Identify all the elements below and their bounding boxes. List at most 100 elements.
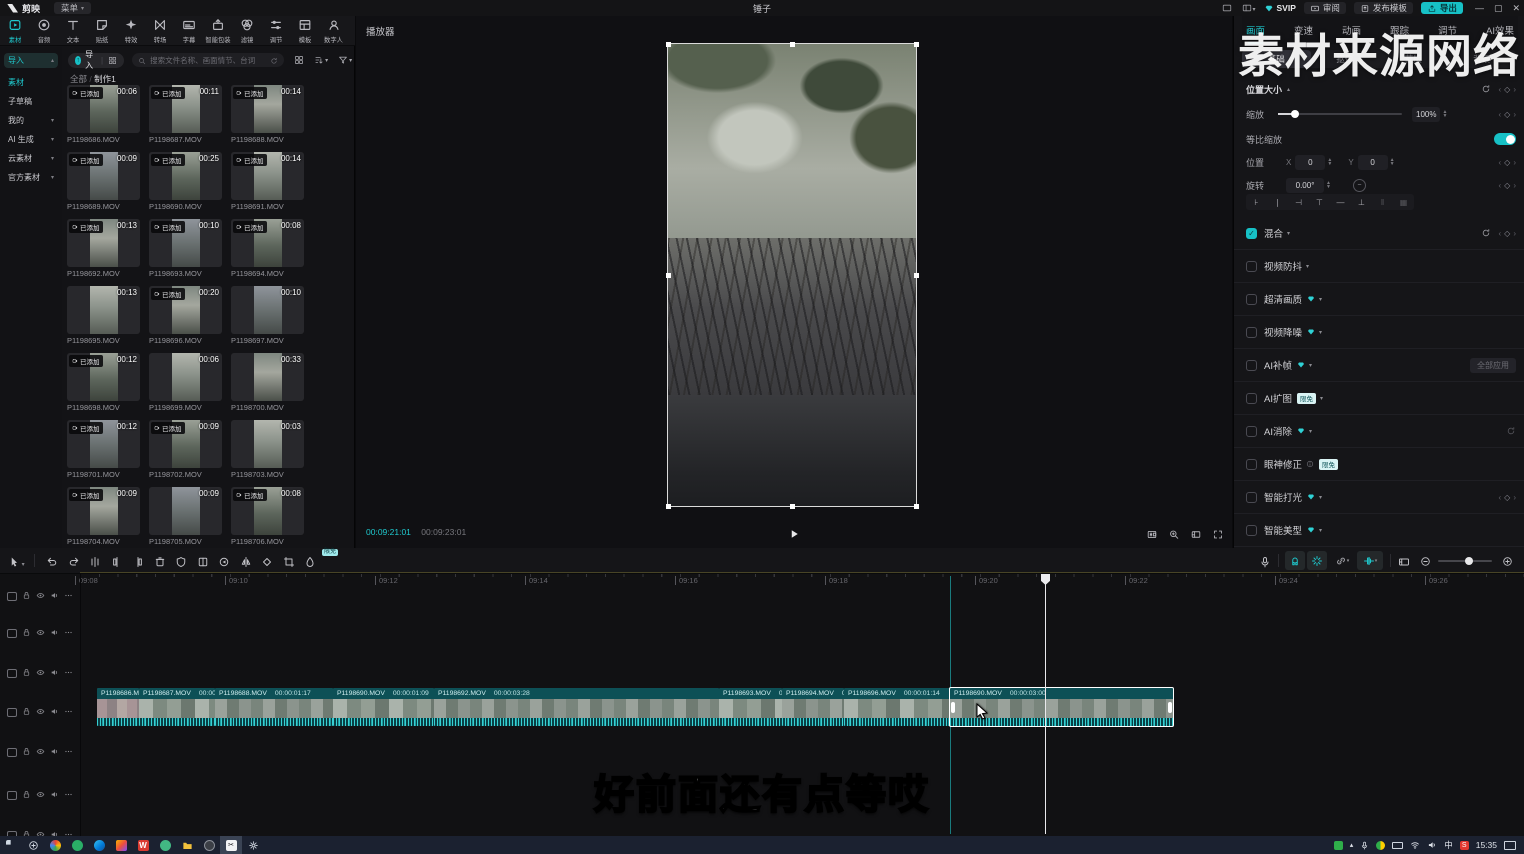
- apply-all-button[interactable]: 全部应用: [1470, 358, 1516, 373]
- chevron-down-icon[interactable]: ▾: [1319, 329, 1322, 336]
- lock-icon[interactable]: [22, 743, 31, 761]
- timeline-clip[interactable]: P1198696.MOV00:00:01:14: [844, 688, 950, 726]
- minimize-button[interactable]: —: [1475, 3, 1484, 14]
- taskbar-app-capcut[interactable]: ✂: [220, 836, 242, 854]
- section-checkbox[interactable]: ✓: [1246, 228, 1257, 239]
- transform-handle[interactable]: [666, 273, 671, 278]
- ratio-icon[interactable]: [1190, 526, 1202, 544]
- media-card[interactable]: 已添加 00:25 P1198690.MOV: [149, 152, 222, 214]
- scale-slider[interactable]: [1278, 113, 1402, 115]
- magnet-toggle[interactable]: [1285, 551, 1305, 570]
- ribbon-tab-smartpack[interactable]: 智能包装: [203, 16, 232, 45]
- timeline-clip[interactable]: P1198692.MOV00:00:03:28: [434, 688, 719, 726]
- media-card[interactable]: 00:13 P1198695.MOV: [67, 286, 140, 348]
- folder-view-icon[interactable]: [108, 55, 117, 64]
- align-icon-3[interactable]: ⊣: [1288, 197, 1309, 208]
- sidebar-item-3[interactable]: 子草稿: [4, 94, 58, 109]
- timeline-clip[interactable]: P1198686.M: [97, 688, 139, 726]
- select-tool[interactable]: ▾: [8, 553, 25, 571]
- inspector-section-视频降噪[interactable]: 视频降噪▾: [1234, 316, 1524, 349]
- zoom-fit-icon[interactable]: [1168, 526, 1180, 544]
- lock-icon[interactable]: [22, 664, 31, 682]
- media-thumbnail[interactable]: 已添加 00:08: [231, 219, 304, 267]
- collapse-icon[interactable]: ▴: [1287, 86, 1290, 93]
- media-thumbnail[interactable]: 已添加 00:25: [149, 152, 222, 200]
- mask-icon[interactable]: [175, 553, 187, 571]
- ribbon-tab-effects[interactable]: 特效: [116, 16, 145, 45]
- timeline-clip[interactable]: P1198694.MOV00:: [782, 688, 844, 726]
- crop-icon[interactable]: [283, 553, 295, 571]
- media-card[interactable]: 00:10 P1198697.MOV: [231, 286, 304, 348]
- ribbon-tab-audio[interactable]: 音频: [29, 16, 58, 45]
- media-card[interactable]: 00:33 P1198700.MOV: [231, 353, 304, 415]
- eye-icon[interactable]: [36, 743, 45, 761]
- eye-icon[interactable]: [36, 703, 45, 721]
- lock-icon[interactable]: [22, 703, 31, 721]
- media-thumbnail[interactable]: 00:10: [231, 286, 304, 334]
- svip-badge[interactable]: SVIP: [1264, 3, 1296, 13]
- keyframe-control[interactable]: ‹◇›: [1499, 493, 1517, 502]
- media-thumbnail[interactable]: 已添加 00:06: [67, 85, 140, 133]
- eye-icon[interactable]: [36, 664, 45, 682]
- media-card[interactable]: 已添加 00:20 P1198696.MOV: [149, 286, 222, 348]
- lock-icon[interactable]: [22, 587, 31, 605]
- sidebar-item-2[interactable]: 素材: [4, 75, 58, 90]
- speaker-icon[interactable]: [50, 664, 59, 682]
- rotate-icon[interactable]: [261, 553, 273, 571]
- tray-ime-icon[interactable]: 中: [1444, 839, 1453, 851]
- inspector-section-混合[interactable]: ✓混合▾‹◇›: [1234, 217, 1524, 250]
- chroma-icon[interactable]: [304, 553, 316, 571]
- undo-icon[interactable]: [46, 553, 58, 571]
- fullscreen-icon[interactable]: [1212, 526, 1224, 544]
- taskbar-app-studio[interactable]: [198, 836, 220, 854]
- mirror-icon[interactable]: [240, 553, 252, 571]
- chevron-down-icon[interactable]: ▾: [1319, 527, 1322, 534]
- timeline-ruler[interactable]: 09:0809:1009:1209:1409:1609:1809:2009:22…: [80, 574, 1524, 587]
- reset-icon[interactable]: [1506, 426, 1516, 437]
- grid-view-icon[interactable]: [294, 55, 304, 65]
- eye-icon[interactable]: [36, 624, 45, 642]
- section-checkbox[interactable]: [1246, 294, 1257, 305]
- inspector-section-智能美型[interactable]: 智能美型▾: [1234, 514, 1524, 547]
- media-thumbnail[interactable]: 已添加 00:08: [231, 487, 304, 535]
- timeline-clip[interactable]: P1198693.MOV00:: [719, 688, 782, 726]
- transform-handle[interactable]: [666, 42, 671, 47]
- transform-handle[interactable]: [914, 273, 919, 278]
- sidebar-item-7[interactable]: 官方素材▾: [4, 170, 58, 185]
- align-icon-6[interactable]: ⊥: [1351, 197, 1372, 208]
- tray-volume-icon[interactable]: [1427, 840, 1437, 850]
- media-card[interactable]: 已添加 00:14 P1198691.MOV: [231, 152, 304, 214]
- sidebar-item-1[interactable]: 导入▴: [4, 53, 58, 68]
- media-thumbnail[interactable]: 已添加 00:13: [67, 219, 140, 267]
- media-card[interactable]: 00:03 P1198703.MOV: [231, 420, 304, 482]
- media-card[interactable]: 00:09 P1198705.MOV: [149, 487, 222, 549]
- media-card[interactable]: 00:06 P1198699.MOV: [149, 353, 222, 415]
- section-checkbox[interactable]: [1246, 492, 1257, 503]
- inspector-section-超清画质[interactable]: 超清画质▾: [1234, 283, 1524, 316]
- lock-icon[interactable]: [22, 624, 31, 642]
- split-right-icon[interactable]: [132, 553, 144, 571]
- media-thumbnail[interactable]: 已添加 00:09: [149, 420, 222, 468]
- media-thumbnail[interactable]: 已添加 00:11: [149, 85, 222, 133]
- media-card[interactable]: 已添加 00:08 P1198694.MOV: [231, 219, 304, 281]
- auto-snap-toggle[interactable]: [1307, 551, 1327, 570]
- timeline-clip[interactable]: P1198690.MOV00:00:01:09: [333, 688, 434, 726]
- inspector-section-智能打光[interactable]: 智能打光▾‹◇›: [1234, 481, 1524, 514]
- x-stepper[interactable]: ▲▼: [1327, 158, 1332, 166]
- transform-handle[interactable]: [914, 504, 919, 509]
- search-input[interactable]: 搜索文件名称、画面情节、台词: [132, 53, 284, 67]
- play-button[interactable]: [788, 525, 800, 543]
- reverse-icon[interactable]: [218, 553, 230, 571]
- sidebar-item-6[interactable]: 云素材▾: [4, 151, 58, 166]
- align-icon-7[interactable]: ‖: [1372, 197, 1393, 208]
- transform-handle[interactable]: [790, 42, 795, 47]
- chevron-down-icon[interactable]: ▾: [1309, 362, 1312, 369]
- taskbar-app-explorer[interactable]: [176, 836, 198, 854]
- media-thumbnail[interactable]: 已添加 00:12: [67, 353, 140, 401]
- inspector-section-AI扩图[interactable]: AI扩图限免▾: [1234, 382, 1524, 415]
- tray-battery-icon[interactable]: [1392, 842, 1403, 849]
- section-checkbox[interactable]: [1246, 261, 1257, 272]
- media-thumbnail[interactable]: 00:13: [67, 286, 140, 334]
- align-icon-5[interactable]: —: [1330, 197, 1351, 208]
- media-thumbnail[interactable]: 已添加 00:10: [149, 219, 222, 267]
